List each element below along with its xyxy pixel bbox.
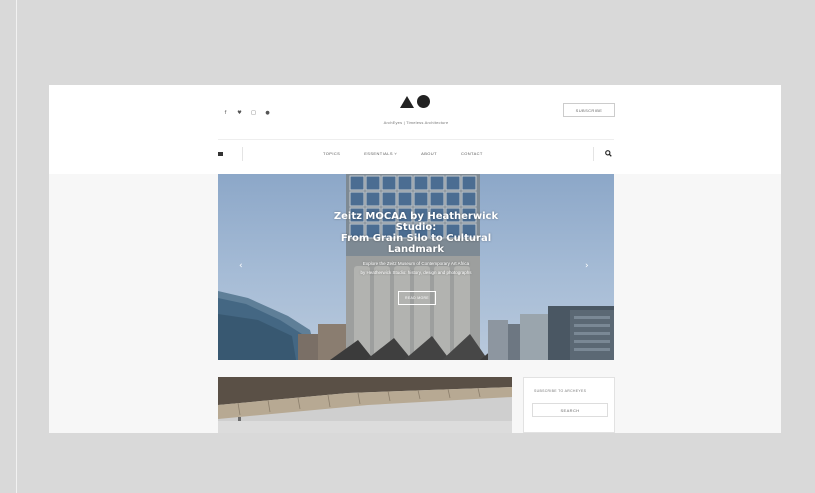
hero-title-line-2: From Grain Silo to Cultural Landmark (340, 233, 492, 255)
chevron-left-icon[interactable]: ‹ (239, 261, 243, 271)
hero-excerpt-line-1: Explore the Zeitz Museum of Contemporary… (362, 261, 470, 266)
hero-title[interactable]: Zeitz MOCAA by Heatherwick Studio: From … (328, 211, 504, 255)
logo-triangle (400, 95, 414, 108)
logo-circle (417, 95, 430, 108)
nav-item-essentials[interactable]: ESSENTIALS ˅ (364, 151, 397, 156)
search-icon[interactable] (605, 150, 612, 157)
left-divider (16, 0, 17, 493)
hero-excerpt-line-2: by Heatherwick Studio: history, design a… (360, 270, 472, 275)
facebook-icon[interactable]: f (222, 109, 229, 116)
subscribe-widget-title: SUBSCRIBE TO ARCHEYES (534, 389, 587, 393)
hero-title-line-1: Zeitz MOCAA by Heatherwick Studio: (333, 211, 499, 233)
header-divider (218, 139, 614, 140)
nav-separator-right (593, 147, 594, 161)
site-tagline: ArchEyes | Timeless Architecture (383, 120, 449, 125)
chevron-right-icon[interactable]: › (585, 261, 589, 271)
sidebar-widget: SUBSCRIBE TO ARCHEYES SEARCH (523, 377, 615, 433)
nav-item-about[interactable]: ABOUT (421, 151, 437, 156)
subscribe-button[interactable]: SUBSCRIBE (563, 103, 615, 117)
nav-item-contact[interactable]: CONTACT (461, 151, 483, 156)
hero-excerpt: Explore the Zeitz Museum of Contemporary… (328, 259, 504, 277)
site-logo[interactable] (400, 95, 430, 108)
home-icon[interactable] (218, 152, 223, 156)
read-more-button[interactable]: READ MORE (398, 291, 436, 305)
hero-slider[interactable]: Zeitz MOCAA by Heatherwick Studio: From … (218, 174, 614, 360)
post-thumbnail (218, 377, 512, 433)
social-links: f ♥ □ ● (222, 109, 271, 116)
nav-item-topics[interactable]: TOPICS (323, 151, 340, 156)
website-frame: f ♥ □ ● ArchEyes | Timeless Architecture… (49, 85, 781, 433)
twitter-icon[interactable]: ♥ (236, 109, 243, 116)
main-nav: TOPICS ESSENTIALS ˅ ABOUT CONTACT (323, 151, 483, 156)
nav-separator-left (242, 147, 243, 161)
instagram-icon[interactable]: □ (250, 109, 257, 116)
pinterest-icon[interactable]: ● (264, 109, 271, 116)
sidebar-search-button[interactable]: SEARCH (532, 403, 608, 417)
hero-text-block: Zeitz MOCAA by Heatherwick Studio: From … (328, 208, 504, 277)
featured-post-card[interactable] (218, 377, 512, 433)
